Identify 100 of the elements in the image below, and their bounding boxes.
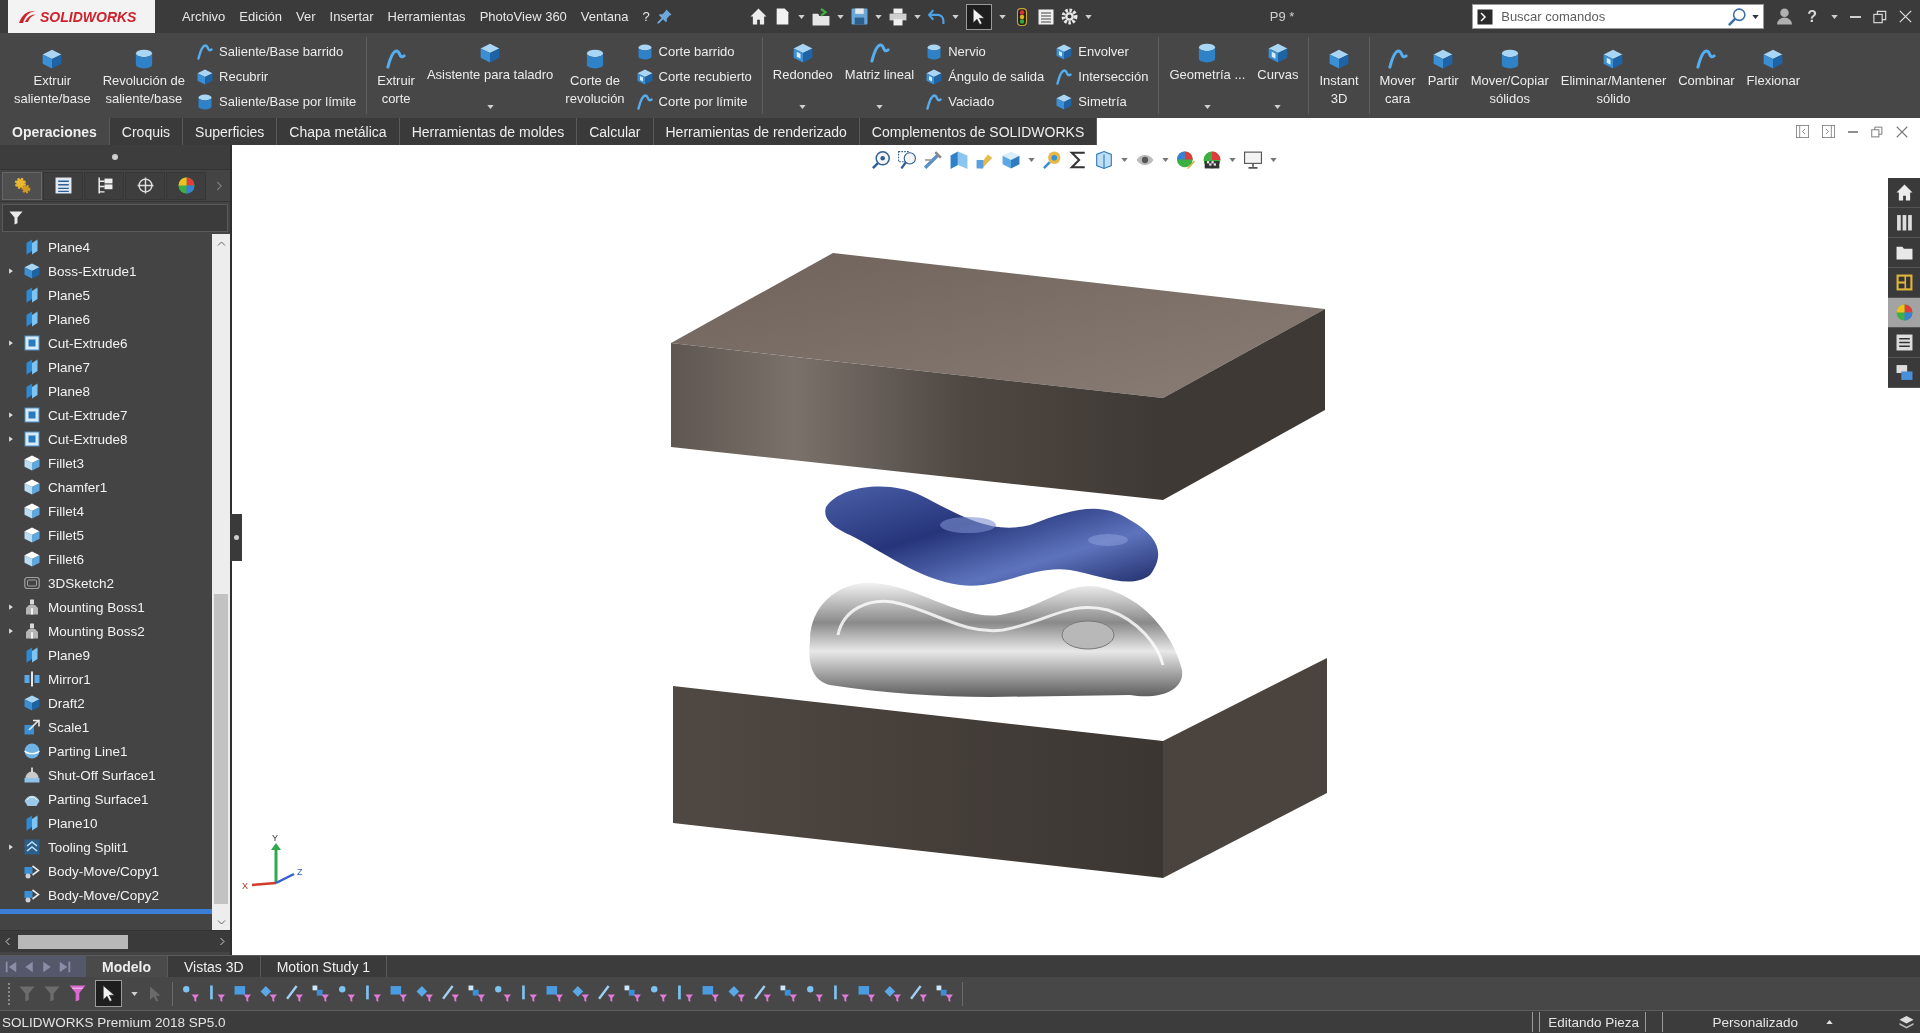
command-button[interactable]: Flexionar <box>1741 37 1806 114</box>
tree-item[interactable]: Chamfer1 <box>0 475 212 499</box>
task-pane-button[interactable] <box>1888 298 1920 328</box>
filter-icon[interactable] <box>234 985 251 1002</box>
tree-item[interactable]: Fillet6 <box>0 547 212 571</box>
filter-icon[interactable] <box>702 985 719 1002</box>
scrollbar-thumb[interactable] <box>18 934 128 949</box>
tab[interactable]: Calcular <box>577 118 654 145</box>
command-button[interactable]: Saliente/Base barrido <box>192 39 362 64</box>
tab[interactable]: Croquis <box>109 118 184 145</box>
tree-item[interactable]: Mounting Boss2 <box>0 619 212 643</box>
filter-icon[interactable] <box>754 985 771 1002</box>
task-pane-button[interactable] <box>1888 358 1920 388</box>
filter-icon[interactable] <box>572 985 589 1002</box>
command-button[interactable]: Corte por límite <box>631 89 757 114</box>
tree-item[interactable]: Cut-Extrude8 <box>0 427 212 451</box>
command-button[interactable]: Intersección <box>1051 64 1154 89</box>
vertical-scrollbar[interactable] <box>212 234 230 930</box>
filter-icon[interactable] <box>806 985 823 1002</box>
caret-down-icon[interactable] <box>1752 14 1760 19</box>
tree-item[interactable]: Mirror1 <box>0 667 212 691</box>
tree-item[interactable]: Fillet3 <box>0 451 212 475</box>
command-button[interactable]: Instant 3D <box>1314 37 1364 114</box>
task-pane-button[interactable] <box>1888 328 1920 358</box>
command-button[interactable]: Ángulo de salida <box>921 64 1050 89</box>
tree-item[interactable]: Boss-Extrude1 <box>0 259 212 283</box>
menu-item[interactable]: Ver <box>289 3 323 30</box>
tree-item[interactable]: Plane6 <box>0 307 212 331</box>
filter-field[interactable] <box>2 204 228 232</box>
expand-arrow-icon[interactable] <box>8 267 14 275</box>
filter-icon[interactable] <box>286 985 303 1002</box>
command-button[interactable]: Partir <box>1422 37 1464 114</box>
tree-item[interactable]: Cut-Extrude6 <box>0 331 212 355</box>
filter-icon[interactable] <box>390 985 407 1002</box>
cube-icon[interactable] <box>1002 151 1020 169</box>
task-pane-button[interactable] <box>1888 238 1920 268</box>
filter-icon[interactable] <box>910 985 927 1002</box>
tree-item[interactable]: Parting Surface1 <box>0 787 212 811</box>
command-button[interactable]: Revolución de saliente/base <box>97 37 190 114</box>
tree-item[interactable]: Fillet5 <box>0 523 212 547</box>
filter-icon[interactable] <box>312 985 329 1002</box>
command-button[interactable]: Corte barrido <box>631 39 757 64</box>
scroll-left-icon[interactable] <box>4 936 12 947</box>
command-button[interactable]: Mover/Copiar sólidos <box>1465 37 1554 114</box>
user-icon[interactable] <box>1776 8 1794 25</box>
home-icon[interactable] <box>749 8 767 25</box>
tab[interactable]: Herramientas de renderizado <box>653 118 860 145</box>
command-button[interactable]: Matriz lineal <box>839 37 920 114</box>
minimize-icon[interactable] <box>1850 15 1861 18</box>
pin-icon[interactable] <box>656 9 672 24</box>
filter-icon[interactable] <box>468 985 485 1002</box>
filter-icon[interactable] <box>780 985 797 1002</box>
filter-icon[interactable] <box>520 985 537 1002</box>
tree-item[interactable]: Body-Move/Copy1 <box>0 859 212 883</box>
tree-item[interactable]: 3DSketch2 <box>0 571 212 595</box>
tree-item[interactable]: Plane4 <box>0 235 212 259</box>
tree-item[interactable]: Tooling Split1 <box>0 835 212 859</box>
tab[interactable]: Modelo <box>86 956 168 977</box>
command-button[interactable]: Mover cara <box>1374 37 1421 114</box>
expand-arrow-icon[interactable] <box>8 627 14 635</box>
search-icon[interactable] <box>1728 7 1747 26</box>
scene-ball-icon[interactable] <box>1203 151 1221 169</box>
tile-right-icon[interactable] <box>1822 125 1835 138</box>
command-button[interactable]: Saliente/Base por límite <box>192 89 362 114</box>
tree-item[interactable]: Body-Move/Copy2 <box>0 883 212 907</box>
panel-tab[interactable] <box>84 171 124 200</box>
command-button[interactable]: Envolver <box>1051 39 1154 64</box>
color-ball-icon[interactable] <box>1177 151 1195 169</box>
filter-icon[interactable] <box>338 985 355 1002</box>
filter-icon[interactable] <box>494 985 511 1002</box>
filter-icon[interactable] <box>442 985 459 1002</box>
command-button[interactable]: Vaciado <box>921 89 1050 114</box>
minimize-icon[interactable] <box>1848 130 1858 133</box>
tree-item[interactable]: Mounting Boss1 <box>0 595 212 619</box>
layers-icon[interactable] <box>1899 1014 1914 1030</box>
panel-tab[interactable] <box>43 171 83 200</box>
command-button[interactable]: Simetría <box>1051 89 1154 114</box>
menu-item[interactable]: Ventana <box>573 3 636 30</box>
menu-item[interactable]: Archivo <box>175 3 233 30</box>
tree-item[interactable]: Scale1 <box>0 715 212 739</box>
tree-item[interactable]: Shut-Off Surface1 <box>0 763 212 787</box>
filter-icon[interactable] <box>728 985 745 1002</box>
command-button[interactable]: Nervio <box>921 39 1050 64</box>
caret-down-icon[interactable] <box>874 14 882 19</box>
settings-icon[interactable] <box>1060 8 1078 25</box>
filter-icon[interactable] <box>650 985 667 1002</box>
filter-icon[interactable] <box>676 985 693 1002</box>
caret-down-icon[interactable] <box>998 14 1006 19</box>
caret-down-icon[interactable] <box>951 14 959 19</box>
filter-icon[interactable] <box>598 985 615 1002</box>
scrollbar-thumb[interactable] <box>214 594 228 904</box>
units-button[interactable]: Personalizado <box>1669 1014 1839 1030</box>
undo-icon[interactable] <box>927 8 945 25</box>
caret-down-icon[interactable] <box>131 991 138 996</box>
tree-item[interactable]: Cut-Extrude7 <box>0 403 212 427</box>
tree-item[interactable]: Plane5 <box>0 283 212 307</box>
filter-icon[interactable] <box>624 985 641 1002</box>
filter-icon[interactable] <box>208 985 225 1002</box>
panel-tab[interactable] <box>166 171 206 200</box>
command-button[interactable]: Extruir saliente/base <box>9 37 96 114</box>
